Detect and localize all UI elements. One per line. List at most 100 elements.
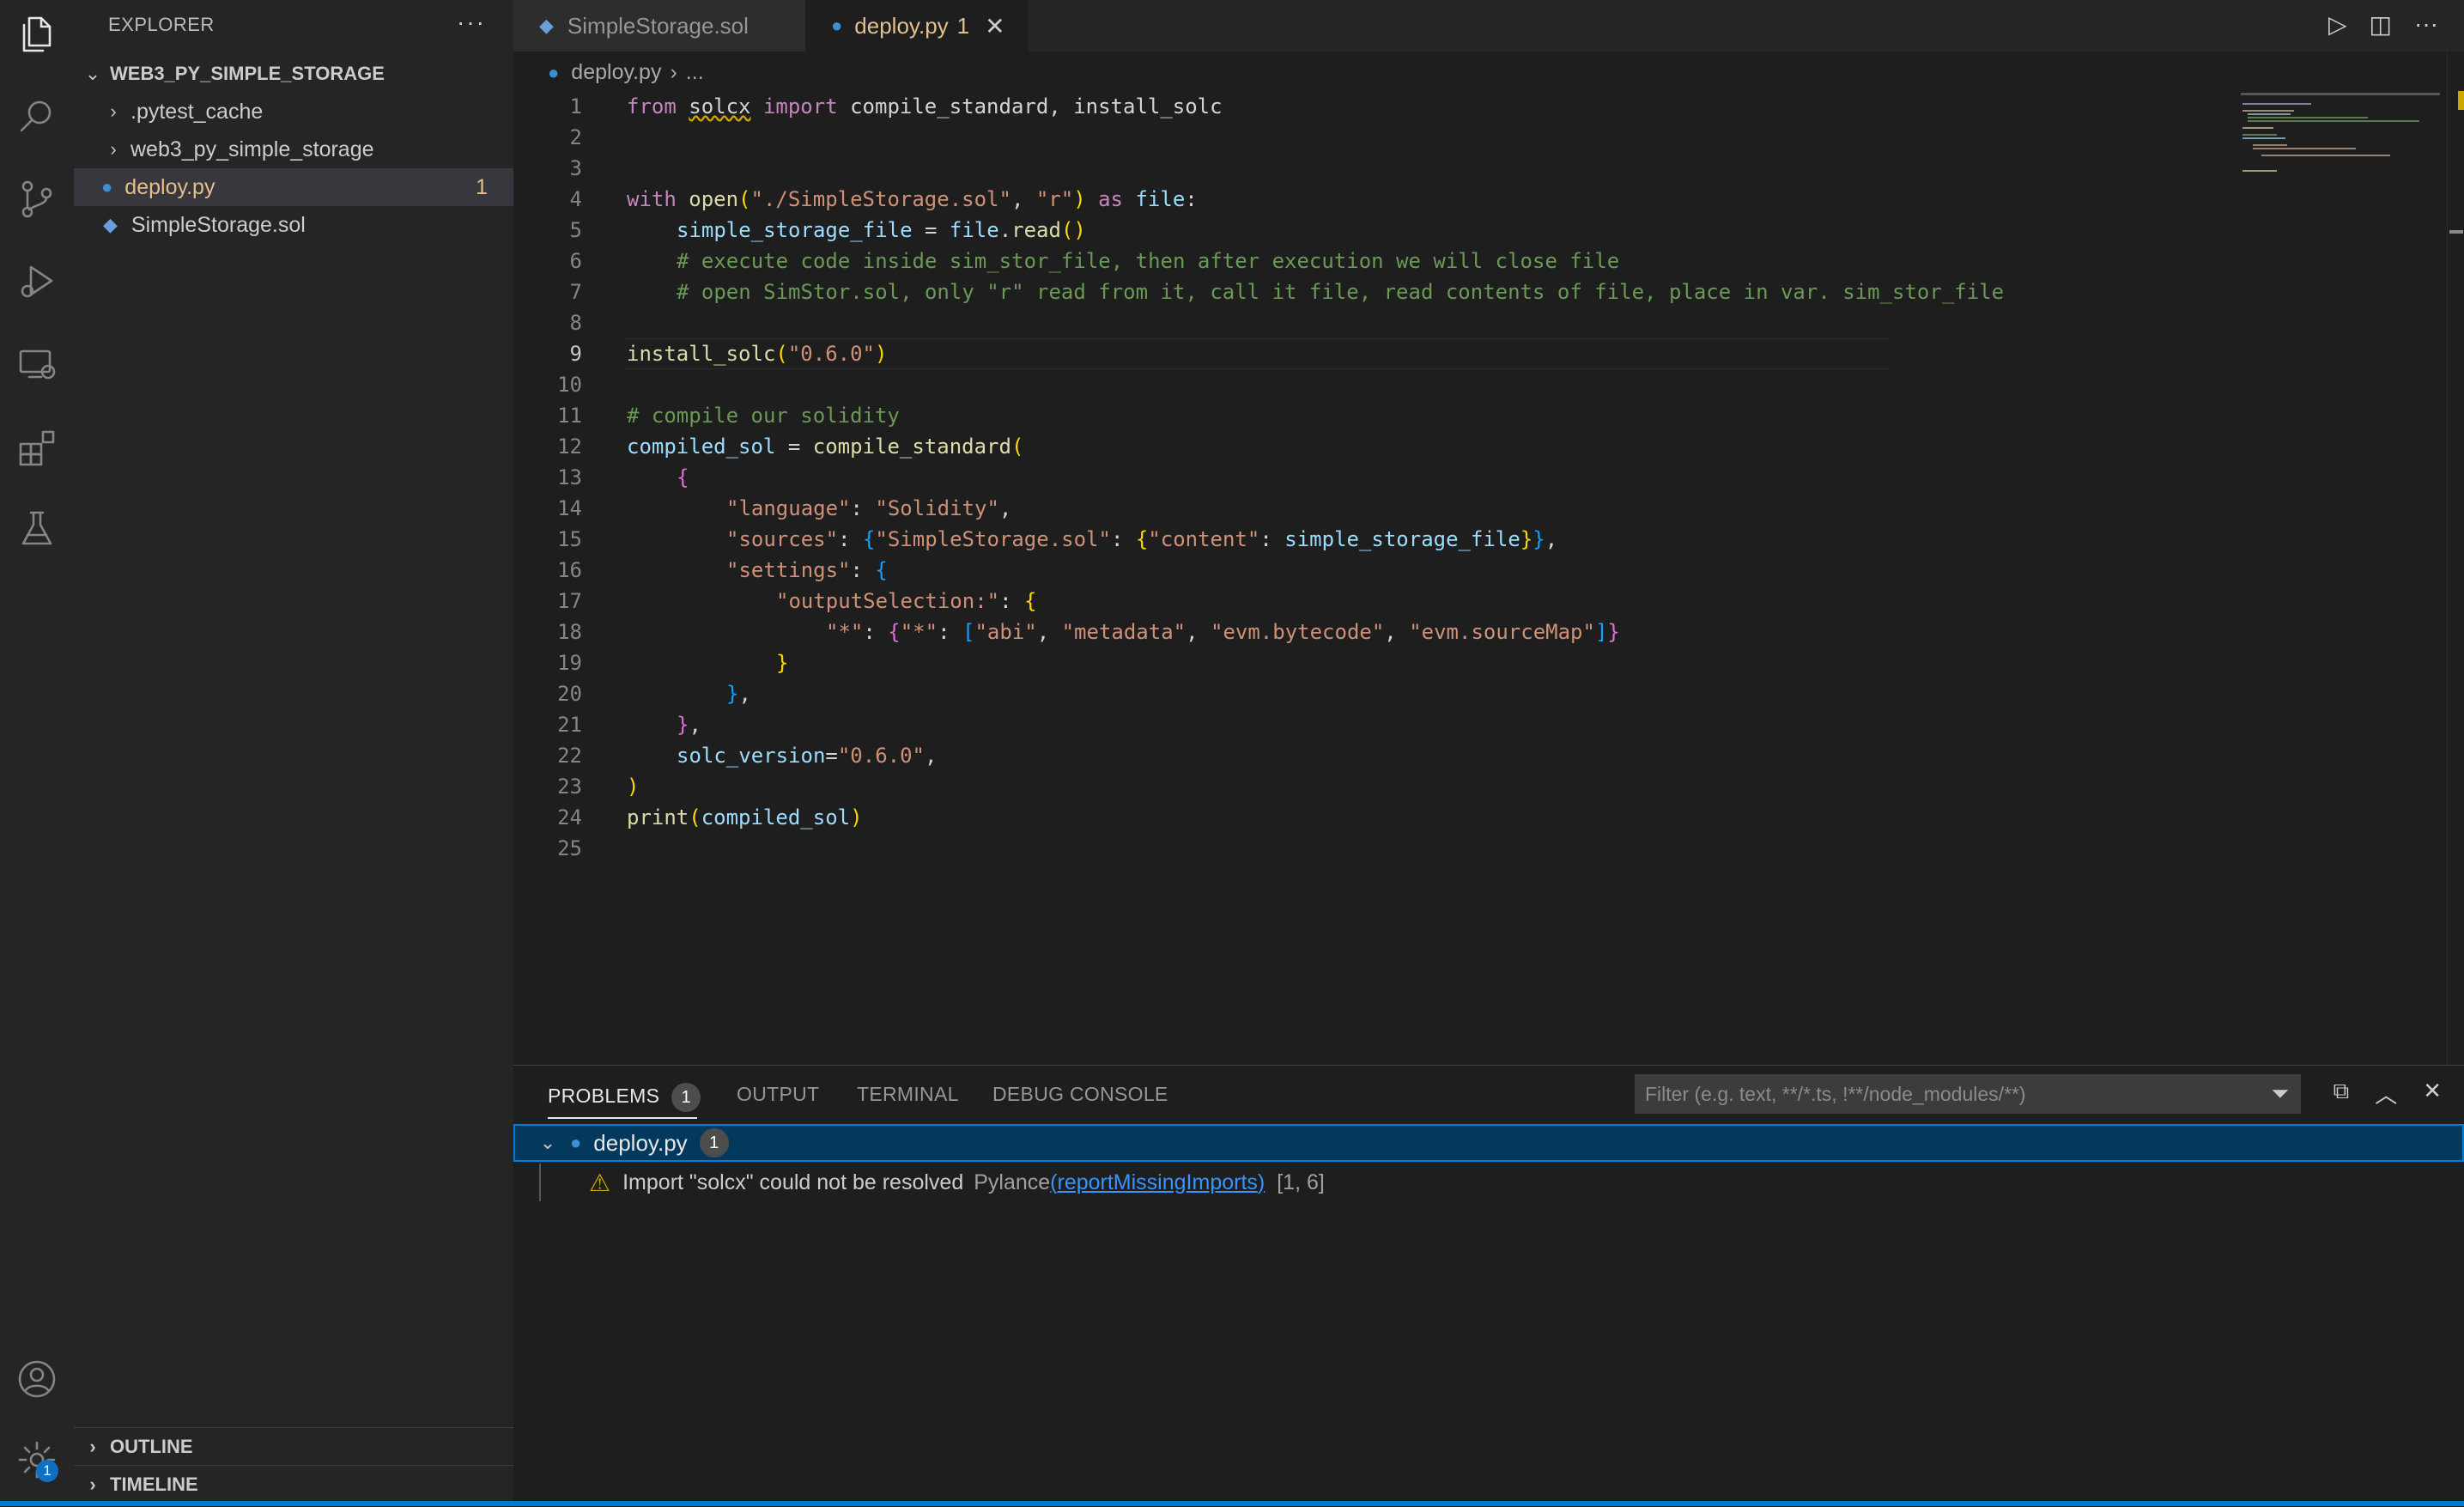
code-line: 18 "*": {"*": ["abi", "metadata", "evm.by… [513,617,2230,647]
tree-item-deploy-py[interactable]: ● deploy.py 1 [74,168,513,206]
warning-icon: ⚠ [589,1169,611,1196]
minimap[interactable] [2241,93,2440,179]
code-line: 1 from solcx import compile_standard, ins… [513,91,2230,122]
problem-count-badge: 1 [476,174,488,199]
problem-source: Pylance [974,1170,1051,1194]
unresolved-import-squiggle: solcx [689,94,751,118]
close-panel-icon[interactable]: ✕ [2423,1078,2442,1109]
problems-filter-input[interactable]: Filter (e.g. text, **/*.ts, !**/node_mod… [1635,1074,2301,1114]
status-bar [0,1501,2464,1506]
explorer-files-icon[interactable] [13,10,61,58]
python-file-icon: ● [101,176,113,197]
tree-item-label: deploy.py [124,174,215,199]
python-file-icon: ● [831,15,843,36]
line-number: 3 [569,156,582,180]
more-actions-icon[interactable]: ··· [2414,10,2438,39]
breadcrumb-file[interactable]: deploy.py [571,60,661,85]
tab-output[interactable]: OUTPUT [737,1083,819,1106]
source-control-icon[interactable] [13,175,61,223]
code-line: 9 install_solc("0.6.0") [513,338,2230,369]
line-number: 24 [557,805,582,829]
more-actions-icon[interactable]: ··· [457,9,486,36]
code-line: 24 print(compiled_sol) [513,802,2230,833]
line-number: 2 [569,125,582,149]
code-line: 25 [513,833,2230,864]
code-line: 17 "outputSelection:": { [513,586,2230,617]
tab-terminal[interactable]: TERMINAL [857,1083,959,1106]
code-line: 12 compiled_sol = compile_standard( [513,431,2230,462]
project-name: WEB3_PY_SIMPLE_STORAGE [110,63,385,84]
timeline-label: TIMELINE [110,1474,198,1495]
code-line: 21}, [513,709,2230,740]
line-number: 14 [557,496,582,520]
search-icon[interactable] [13,93,61,141]
tab-simplestorage-sol[interactable]: ◆ SimpleStorage.sol [513,0,805,52]
tree-item-label: SimpleStorage.sol [130,212,306,237]
activity-bar: 1 [0,0,75,1506]
filter-icon[interactable]: ⏷ [2271,1080,2289,1108]
collapse-all-icon[interactable]: ⧉ [2334,1078,2350,1109]
tab-problem-badge: 1 [956,12,970,39]
line-number: 23 [557,775,582,799]
problem-code-link[interactable]: reportMissingImports [1058,1170,1258,1195]
tab-label: SimpleStorage.sol [567,12,749,39]
line-number: 17 [557,589,582,613]
line-number: 20 [557,682,582,706]
tree-item-pytest-cache[interactable]: › .pytest_cache [74,93,513,131]
remote-explorer-icon[interactable] [13,340,61,388]
tab-problems[interactable]: PROBLEMS 1 [548,1083,701,1112]
line-number: 25 [557,836,582,860]
close-icon[interactable]: ✕ [985,12,1004,40]
tree-item-simplestorage-sol[interactable]: ◆ SimpleStorage.sol [74,206,513,244]
code-editor[interactable]: 1 from solcx import compile_standard, ins… [513,91,2464,1065]
problem-position: [1, 6] [1277,1170,1325,1194]
tree-item-web3-folder[interactable]: › web3_py_simple_storage [74,131,513,168]
chevron-right-icon: › [110,100,117,122]
line-number: 21 [557,713,582,737]
code-line: 16 "settings": { [513,555,2230,586]
code-line: 3 [513,153,2230,184]
python-file-icon: ● [548,61,560,83]
problem-code-paren: ) [1257,1170,1265,1194]
python-file-icon: ● [570,1132,582,1153]
outline-section[interactable]: › OUTLINE [74,1427,513,1466]
problem-file-row[interactable]: ⌄ ● deploy.py 1 [513,1124,2464,1162]
code-line: 22 solc_version="0.6.0", [513,740,2230,771]
timeline-section[interactable]: › TIMELINE [74,1465,513,1504]
run-debug-icon[interactable] [13,258,61,306]
problems-count-badge: 1 [671,1083,701,1112]
code-line: 14 "language": "Solidity", [513,493,2230,524]
project-folder[interactable]: ⌄ WEB3_PY_SIMPLE_STORAGE [74,55,513,93]
chevron-right-icon: › [89,1474,96,1495]
line-number: 13 [557,465,582,489]
split-editor-icon[interactable]: ◫ [2370,10,2392,39]
line-number: 15 [557,527,582,551]
tab-debug-console[interactable]: DEBUG CONSOLE [992,1083,1168,1106]
run-icon[interactable]: ▷ [2328,10,2347,39]
code-line: 20}, [513,678,2230,709]
testing-flask-icon[interactable] [13,505,61,553]
maximize-panel-icon[interactable]: ︿ [2375,1078,2397,1109]
editor-scrollbar[interactable] [2447,52,2464,1065]
tab-deploy-py[interactable]: ● deploy.py 1 ✕ [805,0,1029,52]
code-line: 11 # compile our solidity [513,400,2230,431]
settings-badge: 1 [36,1460,58,1482]
line-number: 18 [557,620,582,644]
extensions-icon[interactable] [13,422,61,471]
problem-file-name: deploy.py [593,1129,688,1156]
problem-item[interactable]: ⚠ Import "solcx" could not be resolved P… [513,1164,1325,1201]
line-number: 16 [557,558,582,582]
line-number: 4 [569,187,582,211]
code-line: 7 # open SimStor.sol, only "r" read from … [513,276,2230,307]
account-icon[interactable] [13,1355,61,1403]
filter-placeholder: Filter (e.g. text, **/*.ts, !**/node_mod… [1645,1082,2026,1105]
editor-actions: ▷ ◫ ··· [2328,10,2438,39]
code-line: 6 # execute code inside sim_stor_file, th… [513,246,2230,276]
tab-label: PROBLEMS [548,1085,660,1107]
breadcrumb-symbols[interactable]: ... [686,60,704,85]
line-number: 7 [569,280,582,304]
tab-label: deploy.py [854,12,949,39]
line-number: 12 [557,434,582,459]
active-tab-underline [548,1117,697,1119]
problem-file-count: 1 [699,1128,729,1158]
